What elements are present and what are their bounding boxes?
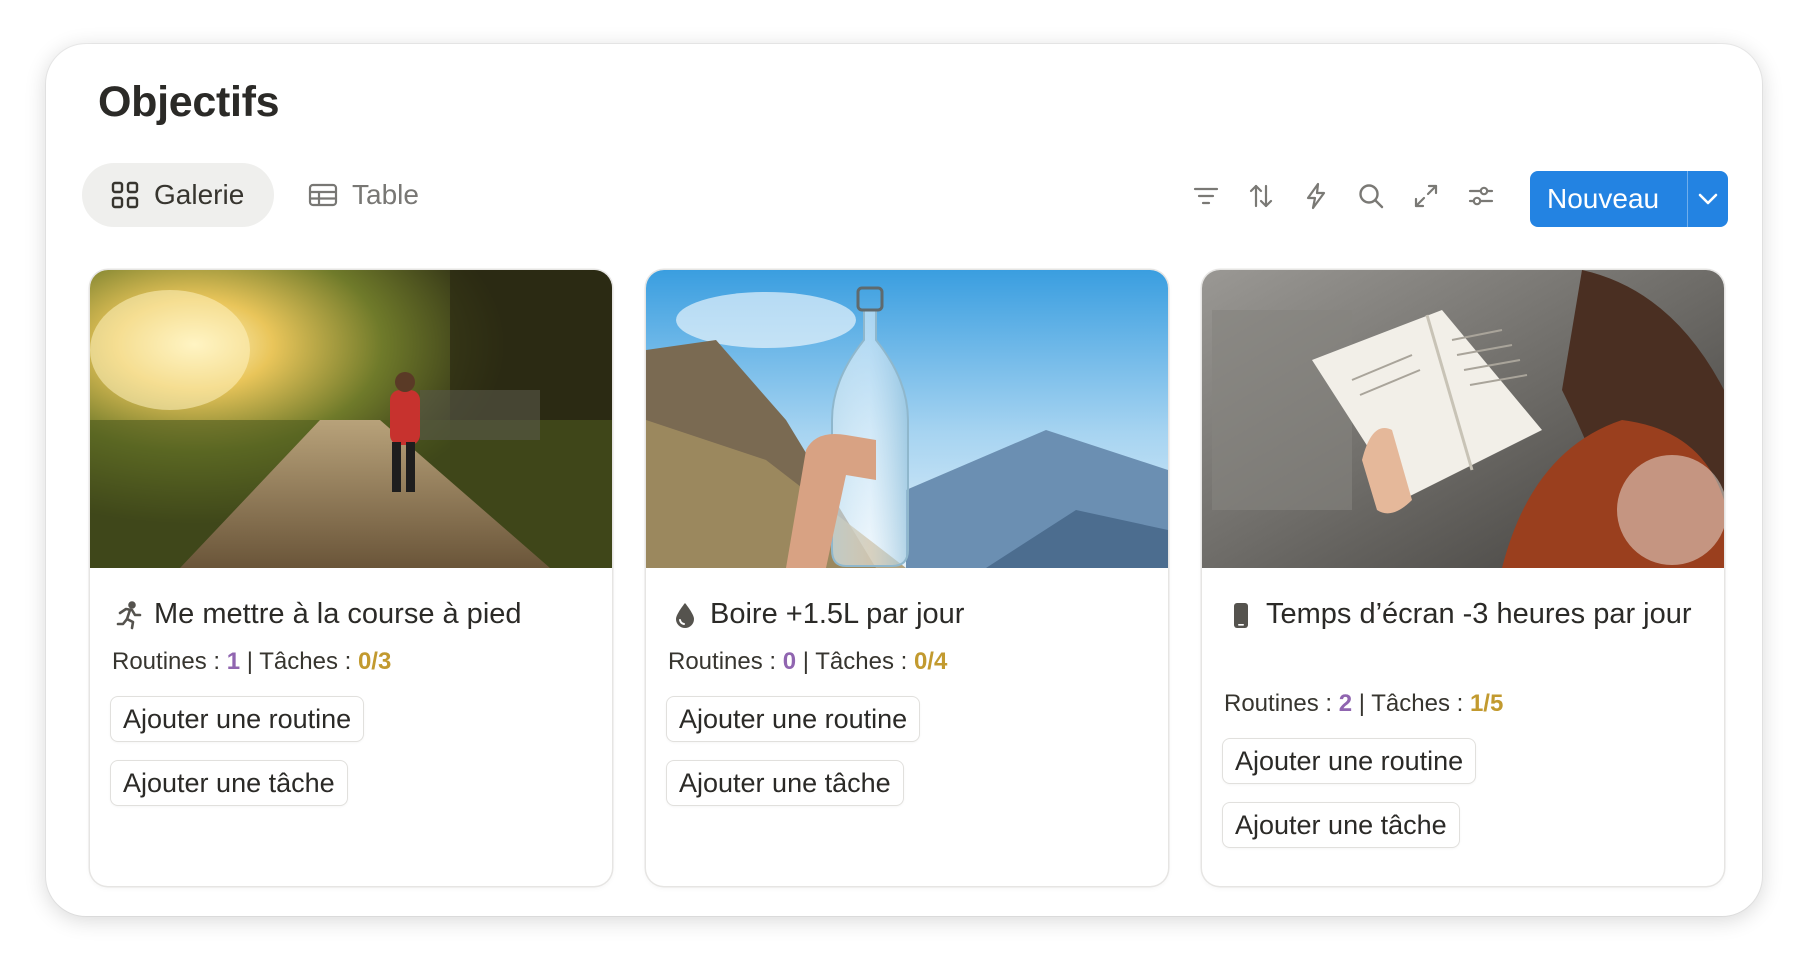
tasks-label: Tâches : (815, 648, 908, 675)
stats-separator: | (802, 648, 809, 675)
gallery-card[interactable]: Me mettre à la course à pied Routines : … (90, 270, 612, 886)
new-button[interactable]: Nouveau (1530, 171, 1728, 227)
card-stats: Routines : 1 | Tâches : 0/3 (112, 648, 391, 676)
add-task-button[interactable]: Ajouter une tâche (666, 760, 904, 806)
stats-separator: | (1358, 690, 1365, 717)
add-routine-button[interactable]: Ajouter une routine (1222, 738, 1477, 784)
tasks-count: 0/4 (913, 648, 948, 675)
card-stats: Routines : 2 | Tâches : 1/5 (1224, 690, 1503, 718)
cover-image (90, 270, 612, 568)
running-person-icon (114, 600, 144, 630)
tasks-label: Tâches : (1371, 690, 1464, 717)
card-stats: Routines : 0 | Tâches : 0/4 (668, 648, 947, 676)
card-title[interactable]: Temps d’écran -3 heures par jour (1266, 592, 1702, 636)
routines-count: 1 (226, 648, 241, 675)
filter-icon[interactable] (1188, 178, 1224, 214)
new-button-label: Nouveau (1547, 183, 1660, 214)
page-title: Objectifs (98, 78, 280, 126)
tab-galerie[interactable]: Galerie (82, 163, 274, 227)
add-routine-button[interactable]: Ajouter une routine (110, 696, 365, 742)
automation-icon[interactable] (1298, 178, 1334, 214)
tasks-count: 0/3 (357, 648, 392, 675)
add-task-button[interactable]: Ajouter une tâche (1222, 802, 1460, 848)
routines-count: 0 (782, 648, 797, 675)
tab-galerie-label: Galerie (154, 179, 245, 210)
tasks-count: 1/5 (1469, 690, 1504, 717)
cover-image (1202, 270, 1724, 568)
card-title[interactable]: Boire +1.5L par jour (710, 592, 1146, 636)
chevron-down-icon[interactable] (1688, 192, 1728, 206)
routines-label: Routines : (112, 648, 221, 675)
add-task-button[interactable]: Ajouter une tâche (110, 760, 348, 806)
add-routine-button[interactable]: Ajouter une routine (666, 696, 921, 742)
smartphone-icon (1226, 600, 1256, 630)
search-icon[interactable] (1353, 178, 1389, 214)
gallery-card[interactable]: Temps d’écran -3 heures par jour Routine… (1202, 270, 1724, 886)
routines-label: Routines : (668, 648, 777, 675)
routines-count: 2 (1338, 690, 1353, 717)
gallery-card[interactable]: Boire +1.5L par jour Routines : 0 | Tâch… (646, 270, 1168, 886)
sort-icon[interactable] (1243, 178, 1279, 214)
cover-image (646, 270, 1168, 568)
card-title[interactable]: Me mettre à la course à pied (154, 592, 590, 636)
tab-table-label: Table (352, 179, 419, 210)
table-icon (308, 180, 338, 210)
routines-label: Routines : (1224, 690, 1333, 717)
water-drop-icon (670, 600, 700, 630)
database-panel: Objectifs Galerie Table Nouveau Me mettr… (46, 44, 1762, 916)
settings-icon[interactable] (1463, 178, 1499, 214)
stats-separator: | (246, 648, 253, 675)
tasks-label: Tâches : (259, 648, 352, 675)
view-toolbar (1188, 178, 1499, 214)
gallery-icon (110, 180, 140, 210)
expand-icon[interactable] (1408, 178, 1444, 214)
tab-table[interactable]: Table (298, 163, 448, 227)
